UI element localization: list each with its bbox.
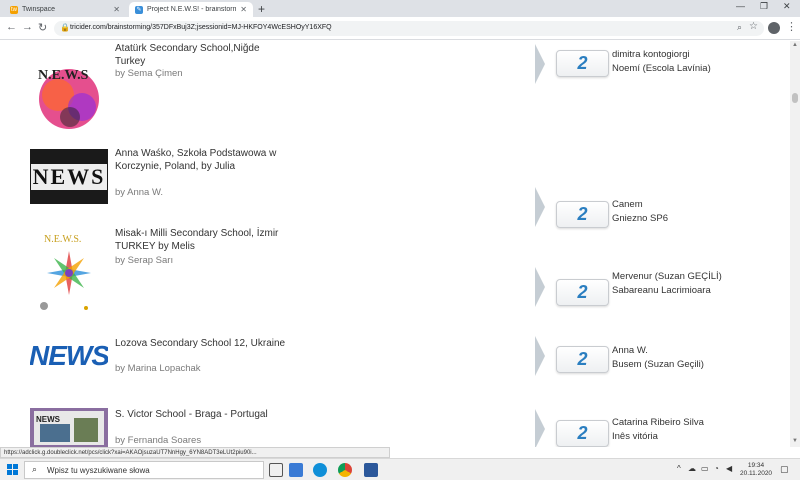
windows-start-icon[interactable] bbox=[7, 464, 18, 475]
idea-thumbnail[interactable]: N.E.W.S. bbox=[30, 228, 108, 313]
vote-count-button[interactable]: 2 bbox=[556, 201, 609, 228]
link-status-bubble: https://adclick.g.doubleclick.net/pcs/cl… bbox=[0, 447, 390, 458]
word-icon[interactable] bbox=[364, 463, 378, 477]
idea-title[interactable]: Atatürk Secondary School,Niğde Turkey bbox=[115, 43, 290, 68]
arrow-separator-icon bbox=[535, 44, 545, 84]
wifi-icon[interactable]: ◔ bbox=[714, 464, 719, 473]
taskbar-search-input[interactable]: ⌕ Wpisz tu wyszukiwane słowa bbox=[24, 461, 264, 479]
idea-title[interactable]: S. Victor School - Braga - Portugal bbox=[115, 409, 290, 422]
idea-author: by Fernanda Soares bbox=[115, 435, 202, 446]
vote-count-button[interactable]: 2 bbox=[556, 420, 609, 447]
bookmark-star-icon[interactable]: ☆ bbox=[749, 21, 758, 32]
network-icon[interactable]: ▭ bbox=[701, 464, 709, 473]
chrome-icon[interactable] bbox=[338, 463, 352, 477]
arrow-separator-icon bbox=[535, 336, 545, 376]
page-scrollbar[interactable]: ▲ ▼ bbox=[790, 41, 800, 447]
thumb-text: NEWS bbox=[36, 415, 61, 424]
tab-tricider[interactable]: ✎ Project N.E.W.S! - brainstorming ✕ bbox=[129, 2, 253, 17]
voter-list: Mervenur (Suzan GEÇİLİ) Sabareanu Lacrim… bbox=[612, 270, 782, 298]
idea-author: by Anna W. bbox=[115, 187, 164, 198]
lock-icon: 🔒 bbox=[60, 23, 70, 32]
reload-icon[interactable]: ↻ bbox=[38, 21, 47, 34]
tab-label: Twinspace bbox=[22, 6, 56, 13]
voter-name[interactable]: Mervenur (Suzan GEÇİLİ) bbox=[612, 270, 782, 284]
arrow-separator-icon bbox=[535, 409, 545, 447]
thumb-text: NEWS bbox=[30, 163, 108, 190]
address-url[interactable]: tricider.com/brainstorming/357DFxBuj3Z;j… bbox=[70, 24, 332, 31]
voter-name[interactable]: Sabareanu Lacrimioara bbox=[612, 284, 782, 298]
close-tab-icon[interactable]: ✕ bbox=[113, 5, 120, 14]
voter-name[interactable]: Busem (Suzan Geçili) bbox=[612, 358, 782, 372]
taskbar-clock[interactable]: 19:34 20.11.2020 bbox=[740, 462, 772, 478]
minimize-icon[interactable]: — bbox=[736, 1, 745, 11]
scroll-up-icon[interactable]: ▲ bbox=[792, 42, 798, 48]
idea-title[interactable]: Lozova Secondary School 12, Ukraine bbox=[115, 338, 290, 351]
twinspace-icon: tw bbox=[10, 5, 18, 14]
tab-label: Project N.E.W.S! - brainstorming bbox=[147, 6, 237, 13]
close-window-icon[interactable]: ✕ bbox=[783, 1, 791, 12]
tray-chevron-icon[interactable]: ^ bbox=[677, 464, 681, 473]
browser-toolbar: ← → ↻ 🔒 tricider.com/brainstorming/357DF… bbox=[0, 17, 800, 40]
tab-twinspace[interactable]: tw Twinspace ✕ bbox=[4, 2, 126, 17]
voter-name[interactable]: dimitra kontogiorgi bbox=[612, 48, 782, 62]
voter-list: Canem Gniezno SP6 bbox=[612, 198, 782, 226]
idea-title[interactable]: Misak-ı Milli Secondary School, İzmir TU… bbox=[115, 228, 290, 253]
menu-kebab-icon[interactable]: ⋮ bbox=[786, 20, 797, 33]
idea-thumbnail[interactable]: NEWS bbox=[30, 336, 108, 386]
voter-list: dimitra kontogiorgi Noemí (Escola Lavíni… bbox=[612, 48, 782, 76]
vote-count-button[interactable]: 2 bbox=[556, 346, 609, 373]
arrow-separator-icon bbox=[535, 187, 545, 227]
vote-count-button[interactable]: 2 bbox=[556, 50, 609, 77]
clock-time: 19:34 bbox=[747, 462, 765, 469]
voter-name[interactable]: Noemí (Escola Lavínia) bbox=[612, 62, 782, 76]
edge-icon[interactable] bbox=[313, 463, 327, 477]
voter-name[interactable]: Catarina Ribeiro Silva bbox=[612, 416, 782, 430]
search-icon: ⌕ bbox=[32, 464, 38, 474]
clock-date: 20.11.2020 bbox=[740, 470, 773, 477]
voter-list: Anna W. Busem (Suzan Geçili) bbox=[612, 344, 782, 372]
mail-icon[interactable] bbox=[289, 463, 303, 477]
thumb-text: N.E.W.S. bbox=[44, 234, 81, 245]
notification-icon[interactable]: ▢ bbox=[780, 464, 789, 475]
vote-count-button[interactable]: 2 bbox=[556, 279, 609, 306]
scroll-down-icon[interactable]: ▼ bbox=[792, 438, 798, 444]
task-view-icon[interactable] bbox=[269, 463, 283, 477]
browser-window: tw Twinspace ✕ ✎ Project N.E.W.S! - brai… bbox=[0, 0, 800, 480]
profile-avatar-icon[interactable] bbox=[768, 22, 780, 34]
zoom-icon[interactable]: ⌕ bbox=[737, 22, 742, 33]
windows-taskbar: ⌕ Wpisz tu wyszukiwane słowa ^ ☁ ▭ ◔ ◀ 1… bbox=[0, 458, 800, 480]
forward-icon[interactable]: → bbox=[22, 21, 33, 33]
idea-thumbnail[interactable]: NEWS bbox=[30, 149, 108, 204]
voter-list: Catarina Ribeiro Silva Inês vitória bbox=[612, 416, 782, 444]
arrow-separator-icon bbox=[535, 267, 545, 307]
back-icon[interactable]: ← bbox=[6, 21, 17, 33]
new-tab-icon[interactable]: + bbox=[258, 2, 265, 16]
voter-name[interactable]: Canem bbox=[612, 198, 782, 212]
idea-thumbnail[interactable]: N.E.W.S bbox=[30, 57, 108, 137]
volume-icon[interactable]: ◀ bbox=[726, 464, 732, 473]
tricider-icon: ✎ bbox=[135, 5, 143, 14]
voter-name[interactable]: Gniezno SP6 bbox=[612, 212, 782, 226]
voter-name[interactable]: Anna W. bbox=[612, 344, 782, 358]
search-placeholder: Wpisz tu wyszukiwane słowa bbox=[47, 466, 150, 475]
tab-strip: tw Twinspace ✕ ✎ Project N.E.W.S! - brai… bbox=[0, 0, 800, 17]
idea-author: by Marina Lopachak bbox=[115, 363, 201, 374]
idea-thumbnail[interactable]: NEWS bbox=[30, 408, 108, 447]
brainstorm-list: N.E.W.S Atatürk Secondary School,Niğde T… bbox=[0, 41, 790, 447]
address-bar[interactable]: 🔒 tricider.com/brainstorming/357DFxBuj3Z… bbox=[54, 21, 764, 36]
close-tab-icon[interactable]: ✕ bbox=[240, 5, 247, 14]
idea-author: by Serap Sarı bbox=[115, 255, 174, 266]
scrollbar-thumb[interactable] bbox=[792, 93, 798, 103]
idea-title[interactable]: Anna Waśko, Szkoła Podstawowa w Korczyni… bbox=[115, 148, 290, 173]
thumb-text: NEWS bbox=[30, 340, 108, 371]
voter-name[interactable]: Inês vitória bbox=[612, 430, 782, 444]
thumb-text: N.E.W.S bbox=[38, 68, 89, 83]
restore-icon[interactable]: ❐ bbox=[760, 1, 768, 12]
onedrive-icon[interactable]: ☁ bbox=[688, 464, 696, 473]
idea-author: by Sema Çimen bbox=[115, 68, 183, 79]
